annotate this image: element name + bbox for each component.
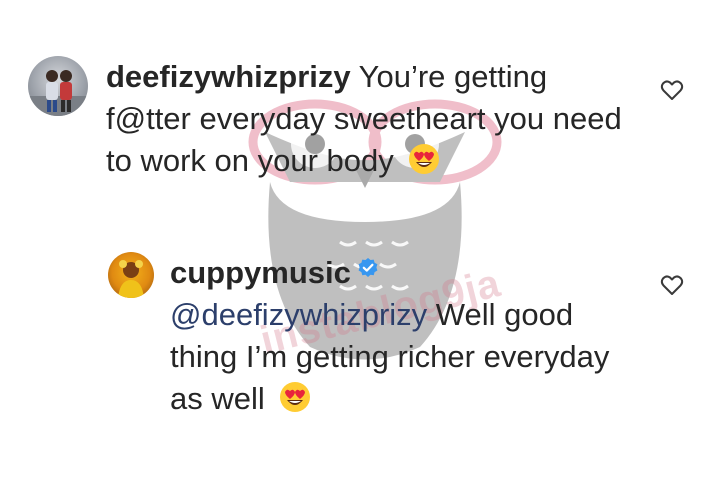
comment-thread: instablog9ja deefizywhizprizy You’re get… xyxy=(0,0,720,500)
like-heart-icon[interactable] xyxy=(660,274,684,296)
avatar[interactable] xyxy=(108,252,154,298)
comment-text: deefizywhizprizy You’re getting f@tter e… xyxy=(106,56,638,182)
reply-text: cuppymusic @deefizywhizprizy Well good t… xyxy=(170,252,638,420)
like-heart-icon[interactable] xyxy=(660,79,684,101)
reply-username[interactable]: cuppymusic xyxy=(170,255,351,290)
heart-eyes-emoji-icon xyxy=(280,382,311,412)
reply-item: cuppymusic @deefizywhizprizy Well good t… xyxy=(108,252,638,420)
avatar[interactable] xyxy=(28,56,88,116)
heart-eyes-emoji-icon xyxy=(409,144,440,174)
avatar-photo-icon xyxy=(118,260,144,298)
verified-badge-icon xyxy=(358,258,378,277)
mention-link[interactable]: @deefizywhizprizy xyxy=(170,297,427,332)
comment-username[interactable]: deefizywhizprizy xyxy=(106,59,351,94)
avatar-photo-icon xyxy=(28,70,88,116)
comment-item: deefizywhizprizy You’re getting f@tter e… xyxy=(28,56,638,182)
